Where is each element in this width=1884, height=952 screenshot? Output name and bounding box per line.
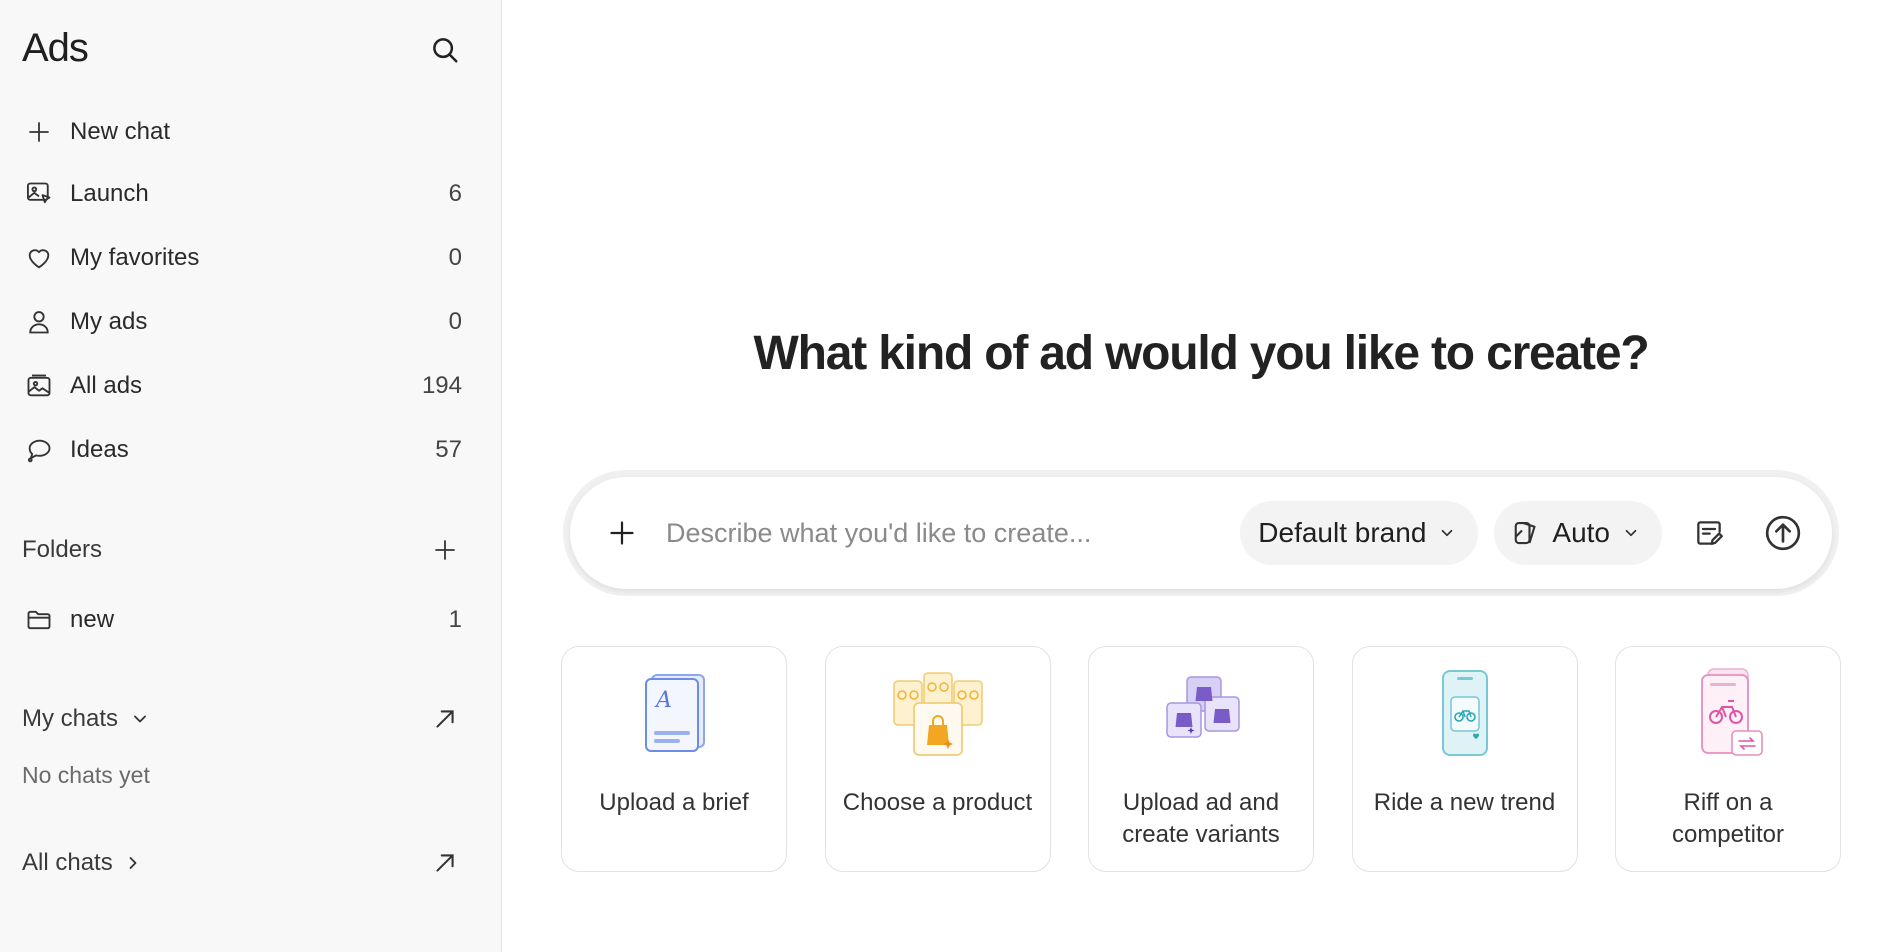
open-my-chats-button[interactable]	[428, 702, 462, 736]
folder-item-new[interactable]: new 1	[22, 598, 462, 642]
my-chats-label: My chats	[22, 705, 119, 732]
images-icon	[22, 369, 56, 403]
chevron-down-icon	[1438, 524, 1456, 542]
aspect-ratio-icon	[1512, 518, 1542, 548]
nav-count: 6	[448, 180, 462, 207]
mode-select-value: Auto	[1552, 517, 1610, 548]
ad-variants-icon	[1089, 665, 1313, 765]
new-chat-button[interactable]: New chat	[22, 110, 462, 154]
all-chats-label: All chats	[22, 849, 113, 876]
nav-label: Ideas	[70, 436, 129, 463]
launch-icon	[22, 177, 56, 211]
add-folder-button[interactable]	[428, 533, 462, 567]
card-choose-product[interactable]: Choose a product	[824, 646, 1051, 872]
card-ride-trend[interactable]: Ride a new trend	[1351, 646, 1578, 872]
competitor-riff-icon	[1616, 665, 1840, 765]
nav-label: Launch	[70, 180, 149, 207]
attach-button[interactable]	[600, 511, 644, 555]
brief-document-icon: A	[562, 665, 786, 765]
folder-icon	[22, 603, 56, 637]
my-chats-title: My chats	[22, 705, 150, 733]
submit-button[interactable]	[1756, 506, 1810, 560]
card-label: Choose a product	[842, 789, 1033, 816]
folders-label: Folders	[22, 536, 103, 563]
chevron-down-icon	[1622, 524, 1640, 542]
chat-bubble-icon	[22, 433, 56, 467]
all-chats-title: All chats	[22, 849, 143, 877]
all-chats-header[interactable]: All chats	[22, 843, 462, 883]
sidebar-item-my-ads[interactable]: My ads 0	[22, 300, 462, 344]
heart-icon	[22, 241, 56, 275]
page-headline: What kind of ad would you like to create…	[753, 327, 1650, 380]
prompt-input[interactable]	[666, 517, 1225, 549]
search-icon	[433, 38, 458, 63]
card-upload-brief[interactable]: A Upload a brief	[561, 646, 787, 872]
nav-label: My favorites	[70, 244, 200, 271]
my-chats-header[interactable]: My chats	[22, 699, 462, 739]
folder-count: 1	[448, 606, 462, 633]
folders-header: Folders	[22, 530, 462, 570]
nav-count: 0	[448, 244, 462, 271]
svg-text:A: A	[654, 688, 672, 713]
phone-trend-icon	[1353, 665, 1577, 765]
note-edit-icon	[1697, 521, 1723, 545]
sidebar-item-ideas[interactable]: Ideas 57	[22, 428, 462, 472]
card-riff-competitor[interactable]: Riff on a competitor	[1615, 646, 1841, 872]
nav-count: 194	[421, 372, 462, 399]
card-label: Ride a new trend	[1373, 789, 1556, 816]
mode-select[interactable]: Auto	[1494, 501, 1662, 565]
nav-label: My ads	[70, 308, 148, 335]
folder-label: new	[70, 606, 115, 633]
card-label: Upload a brief	[599, 789, 749, 816]
product-cards-icon	[826, 665, 1050, 765]
open-all-chats-button[interactable]	[428, 846, 462, 880]
composer: Default brand Auto	[563, 470, 1839, 596]
arrow-up-right-icon	[436, 854, 454, 872]
composer-inner: Default brand Auto	[570, 477, 1832, 589]
card-label: Riff on a competitor	[1671, 789, 1785, 848]
starter-cards: A Upload a brief Choose a product Upload…	[561, 646, 1841, 872]
edit-prompt-button[interactable]	[1682, 506, 1736, 560]
nav-label: All ads	[70, 372, 143, 399]
no-chats-text: No chats yet	[22, 762, 150, 788]
sidebar: Ads New chat Launch 6 My favorites 0 My …	[0, 0, 502, 952]
plus-icon	[22, 115, 56, 149]
brand-select[interactable]: Default brand	[1240, 501, 1479, 565]
sidebar-item-my-favorites[interactable]: My favorites 0	[22, 236, 462, 280]
nav-count: 0	[448, 308, 462, 335]
brand-select-value: Default brand	[1258, 517, 1427, 548]
main-panel: What kind of ad would you like to create…	[503, 0, 1884, 952]
nav-count: 57	[435, 436, 462, 463]
chevron-down-icon	[134, 715, 146, 723]
arrow-up-circle-icon	[1765, 515, 1801, 551]
nav-label: New chat	[70, 118, 171, 145]
plus-icon	[435, 540, 455, 560]
sidebar-item-launch[interactable]: Launch 6	[22, 172, 462, 216]
search-button[interactable]	[428, 33, 462, 67]
arrow-up-right-icon	[436, 710, 454, 728]
card-upload-ad-variants[interactable]: Upload ad and create variants	[1088, 646, 1314, 872]
sidebar-item-all-ads[interactable]: All ads 194	[22, 364, 462, 408]
chevron-right-icon	[129, 857, 137, 869]
person-icon	[22, 305, 56, 339]
app-title: Ads	[22, 26, 89, 70]
plus-icon	[610, 521, 634, 545]
card-label: Upload ad and create variants	[1122, 789, 1280, 848]
